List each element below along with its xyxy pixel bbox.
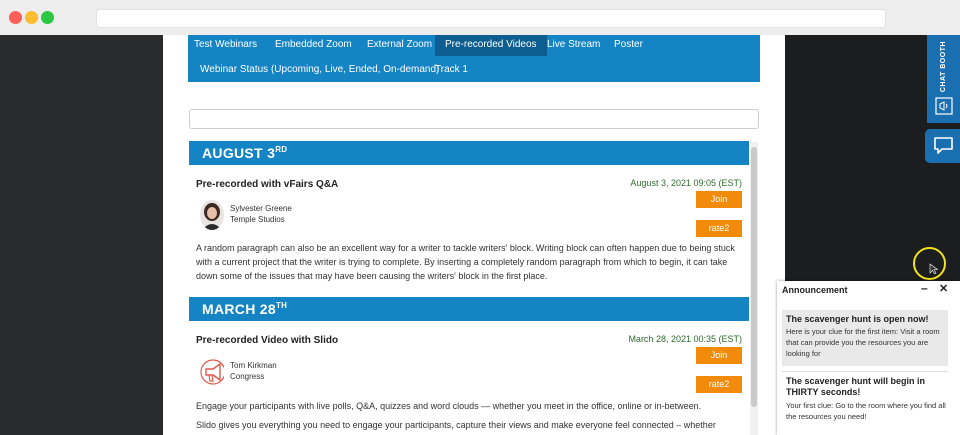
agenda-content: Test Webinars Embedded Zoom External Zoo… xyxy=(163,35,785,435)
date-header-text: AUGUST 3 xyxy=(202,145,276,161)
join-button[interactable]: Join xyxy=(696,347,742,364)
tab-external-zoom[interactable]: External Zoom xyxy=(367,38,432,51)
speaker-avatar xyxy=(200,357,224,387)
speaker-name: Tom Kirkman xyxy=(230,361,277,370)
tab-track-1[interactable]: Track 1 xyxy=(435,63,468,76)
join-button[interactable]: Join xyxy=(696,191,742,208)
date-suffix: RD xyxy=(275,145,288,154)
event-description-continued: Slido gives you everything you need to e… xyxy=(196,420,716,430)
rate-button[interactable]: rate2 xyxy=(696,376,742,393)
scrollbar[interactable] xyxy=(750,142,758,435)
cursor-highlight xyxy=(913,247,946,280)
announcement-body: Your first clue: Go to the room where yo… xyxy=(786,401,946,421)
event-title: Pre-recorded with vFairs Q&A xyxy=(196,179,339,190)
speaker-photo-icon xyxy=(200,200,224,230)
date-header: MARCH 28TH xyxy=(189,297,749,321)
left-background xyxy=(0,35,163,435)
rate-button[interactable]: rate2 xyxy=(696,220,742,237)
date-header-text: MARCH 28 xyxy=(202,301,276,317)
tab-webinar-status[interactable]: Webinar Status (Upcoming, Live, Ended, O… xyxy=(200,63,439,76)
announcement-title: The scavenger hunt will begin in THIRTY … xyxy=(786,376,926,397)
minimize-icon[interactable]: – xyxy=(921,281,928,295)
chat-button[interactable] xyxy=(925,129,960,163)
mouse-pointer-icon xyxy=(929,263,939,275)
announcement-body: Here is your clue for the first item: Vi… xyxy=(786,327,940,358)
speaker-name: Sylvester Greene xyxy=(230,204,292,213)
scrollbar-thumb[interactable] xyxy=(751,147,757,407)
event-datetime: August 3, 2021 09:05 (EST) xyxy=(630,178,742,188)
tab-test-webinars[interactable]: Test Webinars xyxy=(194,38,257,51)
event-datetime: March 28, 2021 00:35 (EST) xyxy=(628,334,742,344)
search-input[interactable] xyxy=(189,109,759,129)
announcement-item[interactable]: The scavenger hunt is open now! Here is … xyxy=(782,310,948,366)
browser-chrome xyxy=(0,0,960,36)
minimize-window-button[interactable] xyxy=(25,11,38,24)
announcement-heading: Announcement xyxy=(782,285,848,295)
tab-live-stream[interactable]: Live Stream xyxy=(547,38,600,51)
announcement-panel: Announcement – ✕ The scavenger hunt is o… xyxy=(777,281,960,435)
booth-icon xyxy=(935,97,953,115)
date-suffix: TH xyxy=(275,301,288,310)
event-title: Pre-recorded Video with Slido xyxy=(196,335,339,346)
page-viewport: Test Webinars Embedded Zoom External Zoo… xyxy=(0,35,960,435)
tab-embedded-zoom[interactable]: Embedded Zoom xyxy=(275,38,352,51)
tab-poster[interactable]: Poster xyxy=(614,38,643,51)
chat-bubble-icon xyxy=(934,137,953,154)
speaker-org: Temple Studios xyxy=(230,215,285,224)
announcement-item[interactable]: The scavenger hunt will begin in THIRTY … xyxy=(782,371,948,430)
tab-pre-recorded-videos[interactable]: Pre-recorded Videos xyxy=(435,35,547,56)
speaker-avatar xyxy=(200,200,224,230)
event-description: Engage your participants with live polls… xyxy=(196,401,702,411)
maximize-window-button[interactable] xyxy=(41,11,54,24)
chat-booth-tab[interactable]: CHAT BOOTH xyxy=(927,35,960,123)
close-icon[interactable]: ✕ xyxy=(939,282,948,295)
event-description: A random paragraph can also be an excell… xyxy=(196,243,735,281)
agenda-tabs: Test Webinars Embedded Zoom External Zoo… xyxy=(188,35,760,82)
chat-booth-label: CHAT BOOTH xyxy=(940,41,947,93)
close-window-button[interactable] xyxy=(9,11,22,24)
address-bar[interactable] xyxy=(96,9,886,28)
announcement-title: The scavenger hunt is open now! xyxy=(786,314,929,324)
date-header: AUGUST 3RD xyxy=(189,141,749,165)
speaker-org: Congress xyxy=(230,372,265,381)
megaphone-icon xyxy=(200,359,224,385)
